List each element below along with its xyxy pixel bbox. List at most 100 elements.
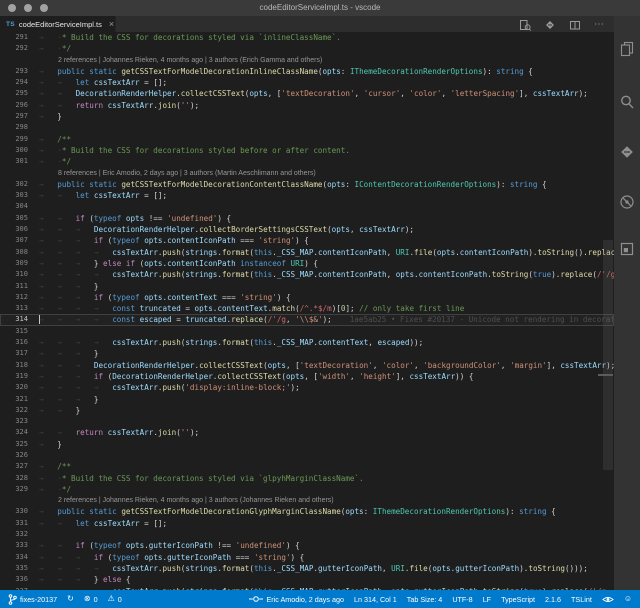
code-line[interactable]: 301→·*/ xyxy=(0,156,614,167)
line-number[interactable]: 293 xyxy=(0,66,28,77)
warning-count-item[interactable]: ⚠ 0 xyxy=(108,595,122,604)
line-number[interactable]: 336 xyxy=(0,574,28,585)
scrollbar-slider[interactable] xyxy=(603,240,613,470)
code-line[interactable]: 306→→→DecorationRenderHelper.collectBord… xyxy=(0,224,614,235)
line-number[interactable]: 313 xyxy=(0,303,28,314)
code-line[interactable]: 302→public static getCSSTextForModelDeco… xyxy=(0,179,614,190)
tslint-item[interactable]: TSLint xyxy=(571,595,592,604)
code-line[interactable]: 326 xyxy=(0,450,614,461)
eol-item[interactable]: LF xyxy=(483,595,491,604)
gitlens-icon[interactable] xyxy=(544,19,556,31)
line-number[interactable]: 311 xyxy=(0,281,28,292)
line-number[interactable]: 315 xyxy=(0,326,28,337)
code-line-current[interactable]: 314→→→→const escaped = truncated.replace… xyxy=(0,314,614,325)
code-line[interactable]: 336→→→} else { xyxy=(0,574,614,585)
line-number[interactable]: 303 xyxy=(0,190,28,201)
code-line[interactable]: 293→public static getCSSTextForModelDeco… xyxy=(0,66,614,77)
line-number[interactable]: 329 xyxy=(0,484,28,495)
code-line[interactable]: 325→} xyxy=(0,439,614,450)
code-line[interactable]: 327→/** xyxy=(0,461,614,472)
code-line[interactable]: 332 xyxy=(0,529,614,540)
code-line[interactable]: 322→→} xyxy=(0,405,614,416)
line-number[interactable]: 292 xyxy=(0,43,28,54)
line-number[interactable]: 299 xyxy=(0,134,28,145)
code-line[interactable]: 307→→→if (typeof opts.contentIconPath ==… xyxy=(0,235,614,246)
codelens[interactable]: 2 references | Johannes Rieken, 4 months… xyxy=(0,55,614,66)
line-number[interactable]: 318 xyxy=(0,360,28,371)
line-number[interactable]: 301 xyxy=(0,156,28,167)
line-number[interactable]: 300 xyxy=(0,145,28,156)
gitlens-blame-item[interactable]: Eric Amodio, 2 days ago xyxy=(249,595,344,604)
code-line[interactable]: 323 xyxy=(0,416,614,427)
code-line[interactable]: 330→public static getCSSTextForModelDeco… xyxy=(0,506,614,517)
code-line[interactable]: 297→} xyxy=(0,111,614,122)
open-preview-icon[interactable] xyxy=(519,19,531,31)
code-line[interactable]: 304 xyxy=(0,201,614,212)
code-line[interactable]: 312→→→if (typeof opts.contentText === 's… xyxy=(0,292,614,303)
code-line[interactable]: 308→→→→cssTextArr.push(strings.format(th… xyxy=(0,247,614,258)
sync-icon[interactable]: ↻ xyxy=(67,595,74,603)
line-number[interactable]: 323 xyxy=(0,416,28,427)
language-mode-item[interactable]: TypeScript xyxy=(501,595,535,604)
code-line[interactable]: 324→→return cssTextArr.join(''); xyxy=(0,427,614,438)
codelens[interactable]: 8 references | Eric Amodio, 2 days ago |… xyxy=(0,168,614,179)
code-line[interactable]: 328→·* Build the CSS for decorations sty… xyxy=(0,473,614,484)
code-line[interactable]: 295→→DecorationRenderHelper.collectCSSTe… xyxy=(0,88,614,99)
gitlens-icon[interactable] xyxy=(619,144,635,160)
code-line[interactable]: 317→→→} xyxy=(0,348,614,359)
code-line[interactable]: 311→→→} xyxy=(0,281,614,292)
line-number[interactable]: 297 xyxy=(0,111,28,122)
line-number[interactable]: 332 xyxy=(0,529,28,540)
git-branch-item[interactable]: fixes-20137 xyxy=(8,594,57,605)
line-number[interactable]: 305 xyxy=(0,213,28,224)
extensions-icon[interactable] xyxy=(619,241,635,257)
encoding-item[interactable]: UTF-8 xyxy=(452,595,472,604)
line-number[interactable]: 328 xyxy=(0,473,28,484)
line-number[interactable]: 333 xyxy=(0,540,28,551)
code-line[interactable]: 334→→→if (typeof opts.gutterIconPath ===… xyxy=(0,552,614,563)
tab-codeEditorServiceImpl[interactable]: TS codeEditorServiceImpl.ts × xyxy=(0,16,116,33)
code-line[interactable]: 333→→if (typeof opts.gutterIconPath !== … xyxy=(0,540,614,551)
line-number[interactable]: 331 xyxy=(0,518,28,529)
typescript-version-item[interactable]: 2.1.6 xyxy=(545,595,561,604)
code-line[interactable]: 318→→→DecorationRenderHelper.collectCSST… xyxy=(0,360,614,371)
more-actions-icon[interactable]: ⋯ xyxy=(594,20,604,30)
code-line[interactable]: 315 xyxy=(0,326,614,337)
line-number[interactable]: 302 xyxy=(0,179,28,190)
line-number[interactable]: 309 xyxy=(0,258,28,269)
line-number[interactable]: 317 xyxy=(0,348,28,359)
code-line[interactable]: 309→→→} else if (opts.contentIconPath in… xyxy=(0,258,614,269)
code-line[interactable]: 321→→→} xyxy=(0,394,614,405)
search-icon[interactable] xyxy=(619,94,635,110)
line-number[interactable]: 295 xyxy=(0,88,28,99)
line-number[interactable]: 310 xyxy=(0,269,28,280)
code-line[interactable]: 303→→let cssTextArr = []; xyxy=(0,190,614,201)
code-line[interactable]: 310→→→→cssTextArr.push(strings.format(th… xyxy=(0,269,614,280)
preview-eye-icon[interactable] xyxy=(602,595,614,604)
line-number[interactable]: 320 xyxy=(0,382,28,393)
line-number[interactable]: 316 xyxy=(0,337,28,348)
explorer-icon[interactable] xyxy=(619,41,635,57)
code-line[interactable]: 335→→→→cssTextArr.push(strings.format(th… xyxy=(0,563,614,574)
line-number[interactable]: 324 xyxy=(0,427,28,438)
code-line[interactable]: 320→→→→cssTextArr.push('display:inline-b… xyxy=(0,382,614,393)
line-number[interactable]: 308 xyxy=(0,247,28,258)
code-line[interactable]: 296→→return cssTextArr.join(''); xyxy=(0,100,614,111)
cursor-position-item[interactable]: Ln 314, Col 1 xyxy=(354,595,397,604)
line-number[interactable]: 330 xyxy=(0,506,28,517)
line-number[interactable]: 294 xyxy=(0,77,28,88)
code-editor[interactable]: 291→·* Build the CSS for decorations sty… xyxy=(0,32,614,590)
line-number[interactable]: 314 xyxy=(0,314,28,325)
code-line[interactable]: 300→·* Build the CSS for decorations sty… xyxy=(0,145,614,156)
line-number[interactable]: 325 xyxy=(0,439,28,450)
code-line[interactable]: 329→·*/ xyxy=(0,484,614,495)
line-number[interactable]: 322 xyxy=(0,405,28,416)
code-line[interactable]: 305→→if (typeof opts !== 'undefined') { xyxy=(0,213,614,224)
line-number[interactable]: 306 xyxy=(0,224,28,235)
line-number[interactable]: 298 xyxy=(0,122,28,133)
line-number[interactable]: 291 xyxy=(0,32,28,43)
debug-disabled-icon[interactable] xyxy=(619,194,635,210)
line-number[interactable]: 296 xyxy=(0,100,28,111)
line-number[interactable]: 326 xyxy=(0,450,28,461)
error-count-item[interactable]: ⊗ 0 xyxy=(84,595,98,604)
